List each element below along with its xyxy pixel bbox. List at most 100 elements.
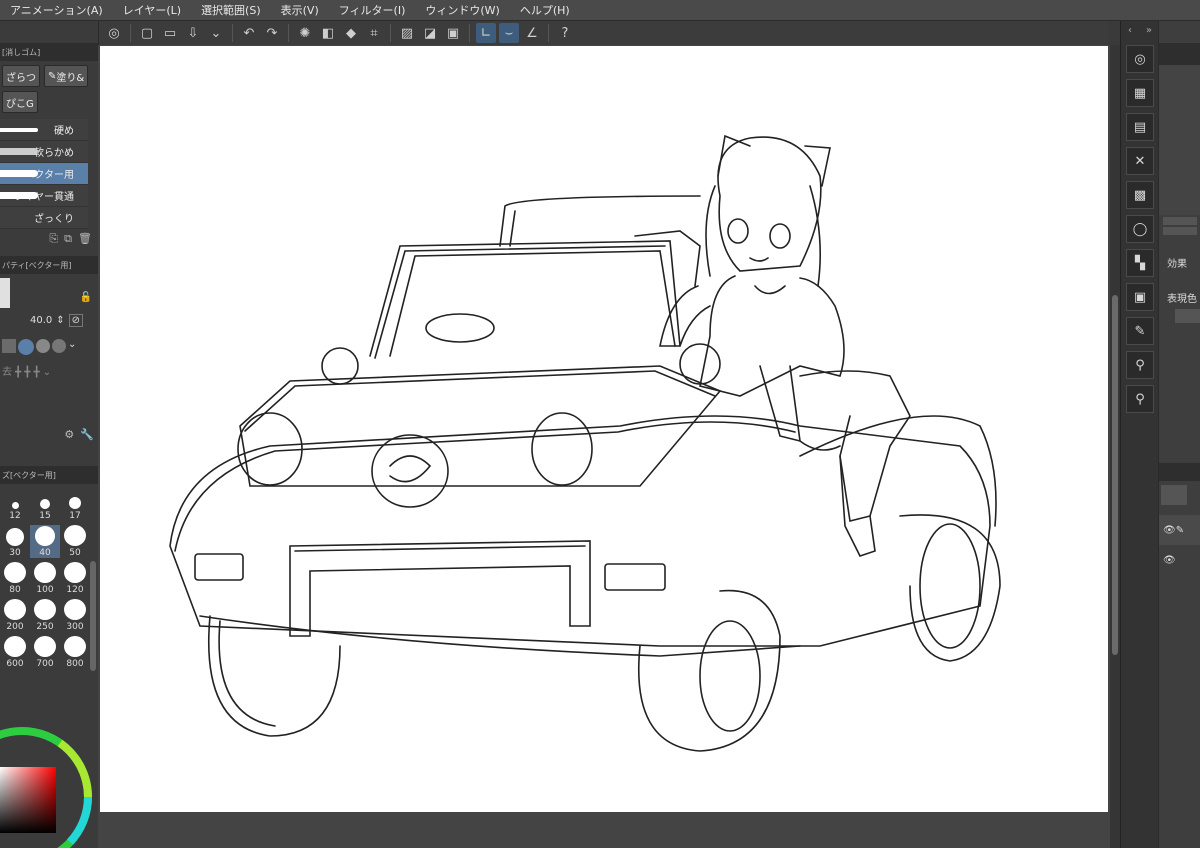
- menu-help[interactable]: ヘルプ(H): [510, 2, 580, 18]
- scrollbar[interactable]: [90, 561, 96, 671]
- figure-icon[interactable]: ⚲: [1126, 351, 1154, 379]
- size-preset[interactable]: 50: [60, 525, 90, 558]
- tip-option[interactable]: [36, 339, 50, 353]
- menu-window[interactable]: ウィンドウ(W): [415, 2, 509, 18]
- undo-icon[interactable]: ↶: [239, 23, 259, 43]
- figure-alt-icon[interactable]: ⚲: [1126, 385, 1154, 413]
- eye-icon[interactable]: 👁: [1163, 525, 1176, 536]
- layer-row-active[interactable]: 👁 ✎: [1159, 515, 1200, 545]
- ruler-snap-icon[interactable]: ∟: [476, 23, 496, 43]
- grid-icon[interactable]: ▚: [1126, 249, 1154, 277]
- size-value[interactable]: 40.0: [30, 315, 52, 326]
- curve-snap-icon[interactable]: ⌣: [499, 23, 519, 43]
- selection-icon[interactable]: ▨: [397, 23, 417, 43]
- size-preset[interactable]: 250: [30, 599, 60, 632]
- brush-vector[interactable]: ベクター用: [0, 163, 88, 185]
- menu-view[interactable]: 表示(V): [271, 2, 329, 18]
- blend-mode-dropdown[interactable]: [1161, 485, 1187, 505]
- calendar-icon[interactable]: ▦: [1126, 79, 1154, 107]
- canvas-vertical-scrollbar[interactable]: [1110, 45, 1120, 848]
- brush-stroke-preview: [0, 148, 38, 155]
- size-preset[interactable]: 12: [0, 488, 30, 521]
- size-label: 50: [69, 548, 81, 558]
- transform-icon[interactable]: ⌗: [364, 23, 384, 43]
- dropdown-icon[interactable]: ⌄: [206, 23, 226, 43]
- brush-soft[interactable]: 軟らかめ: [0, 141, 88, 163]
- duplicate-icon[interactable]: ⧉: [64, 232, 72, 246]
- angle-icon[interactable]: ∠: [522, 23, 542, 43]
- settings-icon[interactable]: ⚙: [64, 428, 74, 441]
- brush-size-header: ズ[ベクター用]: [0, 466, 100, 484]
- panel-tab[interactable]: [1159, 43, 1200, 65]
- close-box-icon[interactable]: ✕: [1126, 147, 1154, 175]
- layer-row[interactable]: 👁: [1159, 545, 1200, 575]
- subtool-tab-rough[interactable]: ざらつ: [2, 65, 40, 87]
- copy-icon[interactable]: ⎘: [49, 232, 58, 246]
- help-icon[interactable]: ?: [555, 23, 575, 43]
- wrench-icon[interactable]: 🔧: [80, 428, 94, 441]
- brush-rough[interactable]: ざっくり: [0, 207, 88, 229]
- frame-icon[interactable]: ▣: [443, 23, 463, 43]
- size-preset[interactable]: 300: [60, 599, 90, 632]
- bucket-icon[interactable]: ◆: [341, 23, 361, 43]
- open-folder-icon[interactable]: ▭: [160, 23, 180, 43]
- size-dot: [64, 525, 86, 546]
- slider-track[interactable]: [1163, 217, 1197, 225]
- subtool-tab-pico[interactable]: ぴこG: [2, 91, 38, 113]
- navigator-icon[interactable]: ◎: [1126, 45, 1154, 73]
- size-preset[interactable]: 80: [0, 562, 30, 595]
- brush-hard[interactable]: 硬め: [0, 119, 88, 141]
- layer-property-icon[interactable]: ▤: [1126, 113, 1154, 141]
- redo-icon[interactable]: ↷: [262, 23, 282, 43]
- slider-track[interactable]: [1163, 227, 1197, 235]
- size-label: 700: [36, 659, 54, 669]
- lock-icon[interactable]: 🔓: [80, 292, 92, 303]
- tip-option[interactable]: [2, 339, 16, 353]
- size-preset[interactable]: 600: [0, 636, 30, 669]
- expand-right-icon[interactable]: »: [1146, 25, 1152, 36]
- trash-icon[interactable]: 🗑: [78, 232, 92, 246]
- size-dot: [64, 562, 86, 583]
- speech-icon[interactable]: ◯: [1126, 215, 1154, 243]
- tip-option[interactable]: [52, 339, 66, 353]
- color-wheel[interactable]: [0, 697, 98, 848]
- fill-icon[interactable]: ◧: [318, 23, 338, 43]
- mask-icon[interactable]: ◪: [420, 23, 440, 43]
- pressure-icon[interactable]: ⊘: [68, 314, 84, 327]
- size-preset-selected[interactable]: 40: [30, 525, 60, 558]
- size-preset[interactable]: 800: [60, 636, 90, 669]
- size-preset[interactable]: 120: [60, 562, 90, 595]
- app-logo-icon[interactable]: ◎: [104, 23, 124, 43]
- chevron-down-icon[interactable]: ⌄: [68, 339, 76, 355]
- size-preset[interactable]: 100: [30, 562, 60, 595]
- export-icon[interactable]: ⇩: [183, 23, 203, 43]
- subtool-tab-fill[interactable]: ✎ 塗り&: [44, 65, 89, 87]
- size-preset[interactable]: 30: [0, 525, 30, 558]
- new-file-icon[interactable]: ▢: [137, 23, 157, 43]
- menu-layer[interactable]: レイヤー(L): [113, 2, 191, 18]
- collapse-left-icon[interactable]: ‹: [1128, 25, 1132, 36]
- stepper-icon[interactable]: ⇕: [56, 315, 64, 326]
- loading-icon[interactable]: ✺: [295, 23, 315, 43]
- command-bar: ◎ ▢ ▭ ⇩ ⌄ ↶ ↷ ✺ ◧ ◆ ⌗ ▨ ◪ ▣ ∟ ⌣ ∠ ?: [98, 21, 1108, 45]
- drawing-canvas[interactable]: [100, 46, 1108, 812]
- eye-icon[interactable]: 👁: [1163, 555, 1176, 566]
- material-icon[interactable]: ▣: [1126, 283, 1154, 311]
- brush-shape-preview: 🔓: [0, 274, 98, 314]
- menu-animation[interactable]: アニメーション(A): [0, 2, 113, 18]
- erase-mode-row[interactable]: 去 ╋ ╋ ╋ ⌄: [0, 363, 98, 378]
- scroll-thumb[interactable]: [1112, 295, 1118, 655]
- menu-selection[interactable]: 選択範囲(S): [191, 2, 271, 18]
- size-preset[interactable]: 700: [30, 636, 60, 669]
- size-preset[interactable]: 17: [60, 488, 90, 521]
- menu-filter[interactable]: フィルター(I): [329, 2, 416, 18]
- size-label: 800: [66, 659, 84, 669]
- brush-layer-through[interactable]: レイヤー貫通: [0, 185, 88, 207]
- edit-box-icon[interactable]: ✎: [1126, 317, 1154, 345]
- tip-option-selected[interactable]: [18, 339, 34, 355]
- size-preset[interactable]: 200: [0, 599, 30, 632]
- brush-label: 軟らかめ: [34, 148, 74, 159]
- checker-icon[interactable]: ▩: [1126, 181, 1154, 209]
- size-preset[interactable]: 15: [30, 488, 60, 521]
- expression-color-dropdown[interactable]: [1175, 309, 1200, 323]
